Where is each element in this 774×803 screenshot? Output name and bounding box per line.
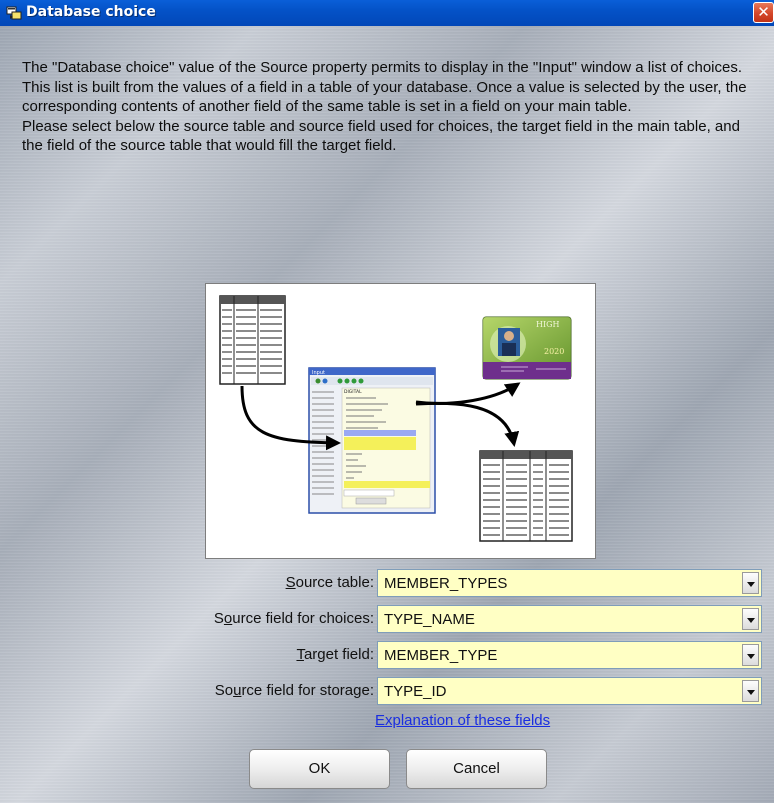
source-field-storage-label: Source field for storage: — [214, 682, 374, 699]
description-text: The "Database choice" value of the Sourc… — [22, 58, 762, 156]
target-table-icon — [479, 450, 573, 542]
database-choice-illustration: Input DIGITAL HIGH 2020 — [205, 283, 596, 559]
description-paragraph: This list is built from the values of a … — [22, 78, 747, 116]
id-card-thumbnail: HIGH 2020 — [482, 316, 572, 380]
source-table-label: Source table: — [285, 574, 374, 591]
card-heading: HIGH — [536, 320, 560, 329]
target-field-label: Target field: — [296, 646, 374, 663]
title-bar[interactable]: Database choice ✕ — [0, 0, 774, 26]
ok-button[interactable]: OK — [249, 749, 390, 789]
source-field-choices-select[interactable]: TYPE_NAME — [377, 605, 762, 633]
description-paragraph: The "Database choice" value of the Sourc… — [22, 59, 743, 76]
target-field-row: Target field: MEMBER_TYPE — [0, 641, 774, 669]
source-table-row: Source table: MEMBER_TYPES — [0, 569, 774, 597]
database-choice-dialog: Database choice ✕ The "Database choice" … — [0, 0, 774, 803]
cancel-button[interactable]: Cancel — [406, 749, 547, 789]
database-choice-icon — [6, 6, 22, 20]
source-table-value: MEMBER_TYPES — [384, 575, 508, 592]
description-paragraph: Please select below the source table and… — [22, 117, 740, 155]
card-year: 2020 — [544, 347, 564, 356]
explanation-link[interactable]: Explanation of these fields — [375, 712, 550, 729]
source-field-storage-select[interactable]: TYPE_ID — [377, 677, 762, 705]
illustration-drawing: Input DIGITAL HIGH 2020 — [219, 295, 573, 542]
target-field-select[interactable]: MEMBER_TYPE — [377, 641, 762, 669]
chevron-down-icon[interactable] — [742, 644, 759, 666]
source-field-storage-row: Source field for storage: TYPE_ID — [0, 677, 774, 705]
chevron-down-icon[interactable] — [742, 572, 759, 594]
source-field-choices-value: TYPE_NAME — [384, 611, 475, 628]
panel-title: Input — [312, 370, 325, 376]
close-button[interactable]: ✕ — [753, 2, 774, 23]
window-title: Database choice — [26, 4, 156, 20]
chevron-down-icon[interactable] — [742, 608, 759, 630]
source-table-select[interactable]: MEMBER_TYPES — [377, 569, 762, 597]
panel-field: DIGITAL — [344, 389, 362, 395]
source-field-storage-value: TYPE_ID — [384, 683, 447, 700]
target-field-value: MEMBER_TYPE — [384, 647, 498, 664]
close-icon: ✕ — [757, 3, 770, 21]
source-field-choices-label: Source field for choices: — [213, 610, 374, 627]
input-window-thumbnail: Input DIGITAL — [308, 367, 436, 514]
chevron-down-icon[interactable] — [742, 680, 759, 702]
source-field-choices-row: Source field for choices: TYPE_NAME — [0, 605, 774, 633]
source-table-icon — [219, 295, 286, 385]
